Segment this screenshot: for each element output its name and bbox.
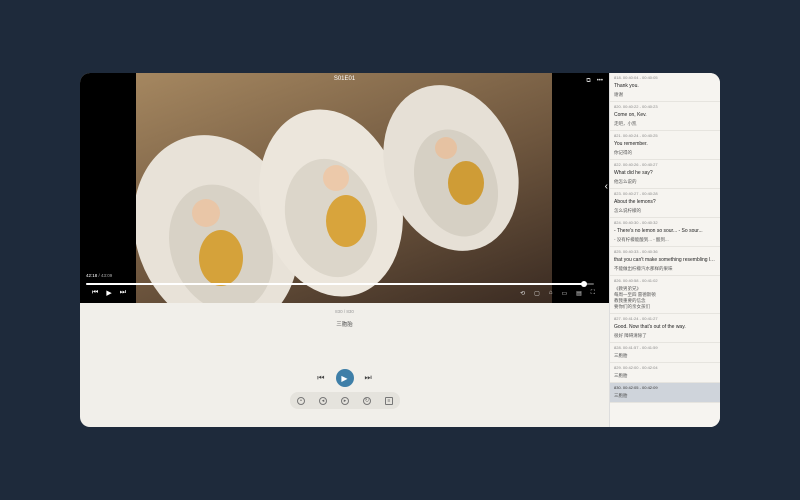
more-options-icon[interactable]: ••• [597,78,603,85]
transcript-item[interactable]: 829. 00:42:00 - 00:42:04 三胞胎 [610,363,720,383]
playback-controls: ⏮ ▶ ⏭ [92,289,126,297]
chinese-line: 三胞胎 [614,373,628,378]
timecode: 829. 00:42:00 - 00:42:04 [614,365,658,370]
timecode: 824. 00:40:30 - 00:40:32 [614,220,658,225]
chinese-line: 你记得的 [614,150,632,155]
chinese-line: 三胞胎 [614,353,628,358]
progress-knob[interactable] [580,281,587,287]
chinese-line: 很好 障碍清除了 [614,333,647,338]
timecode: 825. 00:40:33 - 00:40:36 [614,249,658,254]
subtitle-mode-icon[interactable]: ▢ [534,290,540,297]
repeat-icon[interactable]: ↻ [363,396,371,405]
player-tools: ⟲ ▢ ⌂ ▭ ▤ ⛶ [520,290,595,297]
skip-back-icon[interactable]: ⏮ [92,289,98,297]
transcript-item[interactable]: 821. 00:40:24 - 00:40:25 You remember. 你记得… [610,131,720,160]
play-icon: ▶ [341,373,348,383]
chinese-line: 不能做出柠檬汽水那样的果味 [614,266,673,271]
video-frame [136,73,552,303]
subtitle-toggle-icon[interactable]: ≡ [385,396,393,405]
transcript-sidebar[interactable]: 818. 00:40:04 - 00:40:05 Thank you. 谢谢 820.… [609,73,720,427]
current-time: 42:18 [86,273,98,278]
english-line: You remember. [614,141,648,147]
play-sentence-button[interactable]: ▶ [335,369,354,387]
time-display: 42:18 / 43:09 [86,273,112,278]
collapse-sidebar-icon[interactable]: ‹ [605,181,608,192]
rewind-icon[interactable]: ◂ [319,396,327,405]
progress-fill [86,283,584,285]
captions-icon[interactable]: ▭ [561,290,567,297]
practice-toolbar: • ◂ ▸ ↻ ≡ [290,392,400,409]
transcript-item[interactable]: 827. 00:41:24 - 00:41:27 Good. Now that's… [610,314,720,343]
pip-icon[interactable]: ⧉ [586,78,590,85]
timecode: 823. 00:40:27 - 00:40:28 [614,191,658,196]
chinese-line: 要你们的亲女孩们 [614,304,650,309]
progress-bar[interactable] [86,281,594,287]
timecode: 818. 00:40:04 - 00:40:05 [614,75,658,80]
next-sentence-icon[interactable]: ⏭ [365,373,372,383]
english-line: About the lemons? [614,199,656,205]
subtitle-index: 830 / 830 [335,309,354,314]
chinese-line: 他怎么说的 [614,179,637,184]
transcript-item[interactable]: 820. 00:40:22 - 00:40:23 Come on, Kev. 走吧，… [610,102,720,131]
dictionary-icon[interactable]: ▤ [576,290,582,297]
chinese-line: 三胞胎 [614,393,628,398]
english-line: that you can't make something resembling… [614,257,717,263]
english-line: Thank you. [614,83,639,89]
total-time: 43:09 [101,273,113,278]
play-icon[interactable]: ▶ [106,289,111,297]
current-subtitle: 三胞胎 [336,322,353,328]
subtitle-panel: 830 / 830 三胞胎 ⏮ ▶ ⏭ • ◂ ▸ ↻ ≡ [80,303,609,427]
chinese-line: 怎么说柠檬的 [614,208,641,213]
transcript-item[interactable]: 825. 00:40:33 - 00:40:36 that you can't m… [610,247,720,276]
chinese-line: 谢谢 [614,92,623,97]
airplay-icon[interactable]: ⌂ [549,290,553,297]
transcript-item[interactable]: 828. 00:41:57 - 00:41:59 三胞胎 [610,343,720,363]
timecode: 826. 00:40:58 - 00:41:02 [614,278,658,283]
english-line: - There's no lemon so sour... - So sour.… [614,228,703,234]
timecode: 822. 00:40:26 - 00:40:27 [614,162,658,167]
english-line: Come on, Kev. [614,112,647,118]
transcript-item[interactable]: 822. 00:40:26 - 00:40:27 What did he say?… [610,160,720,189]
transcript-item[interactable]: 823. 00:40:27 - 00:40:28 About the lemons… [610,189,720,218]
chinese-line: - 没有柠檬能酸到... - 酸到... [614,237,669,242]
timecode: 820. 00:40:22 - 00:40:23 [614,104,658,109]
loop-icon[interactable]: ⟲ [520,290,525,297]
transcript-item[interactable]: 830. 00:42:05 - 00:42:09 三胞胎 [610,383,720,403]
timecode: 821. 00:40:24 - 00:40:25 [614,133,658,138]
english-line: What did he say? [614,170,653,176]
video-image [136,85,519,303]
timecode: 828. 00:41:57 - 00:41:59 [614,345,658,350]
chinese-line: 走吧，小凯 [614,121,637,126]
microphone-icon[interactable]: • [297,396,305,405]
transcript-item[interactable]: 824. 00:40:30 - 00:40:32 - There's no lem… [610,218,720,247]
fullscreen-icon[interactable]: ⛶ [591,290,595,297]
video-player[interactable]: S01E01 ⧉ ••• 42:18 / 43:09 ⏮ ▶ ⏭ ⟲ ▢ ⌂ ▭… [80,73,609,303]
transcript-item[interactable]: 818. 00:40:04 - 00:40:05 Thank you. 谢谢 [610,73,720,102]
previous-sentence-icon[interactable]: ⏮ [317,373,324,383]
player-window: S01E01 ⧉ ••• 42:18 / 43:09 ⏮ ▶ ⏭ ⟲ ▢ ⌂ ▭… [80,73,720,427]
english-line: Good. Now that's out of the way. [614,324,686,330]
skip-forward-icon[interactable]: ⏭ [120,289,126,297]
top-right-controls: ⧉ ••• [586,78,603,85]
sentence-transport: ⏮ ▶ ⏭ [80,369,609,387]
episode-title: S01E01 [333,76,356,82]
transcript-item[interactable]: 826. 00:40:58 - 00:41:02 《教男弟兄》 每周一至四 雷德斯顿… [610,276,720,314]
timecode: 827. 00:41:24 - 00:41:27 [614,316,658,321]
timecode: 830. 00:42:05 - 00:42:09 [614,385,658,390]
forward-icon[interactable]: ▸ [341,396,349,405]
